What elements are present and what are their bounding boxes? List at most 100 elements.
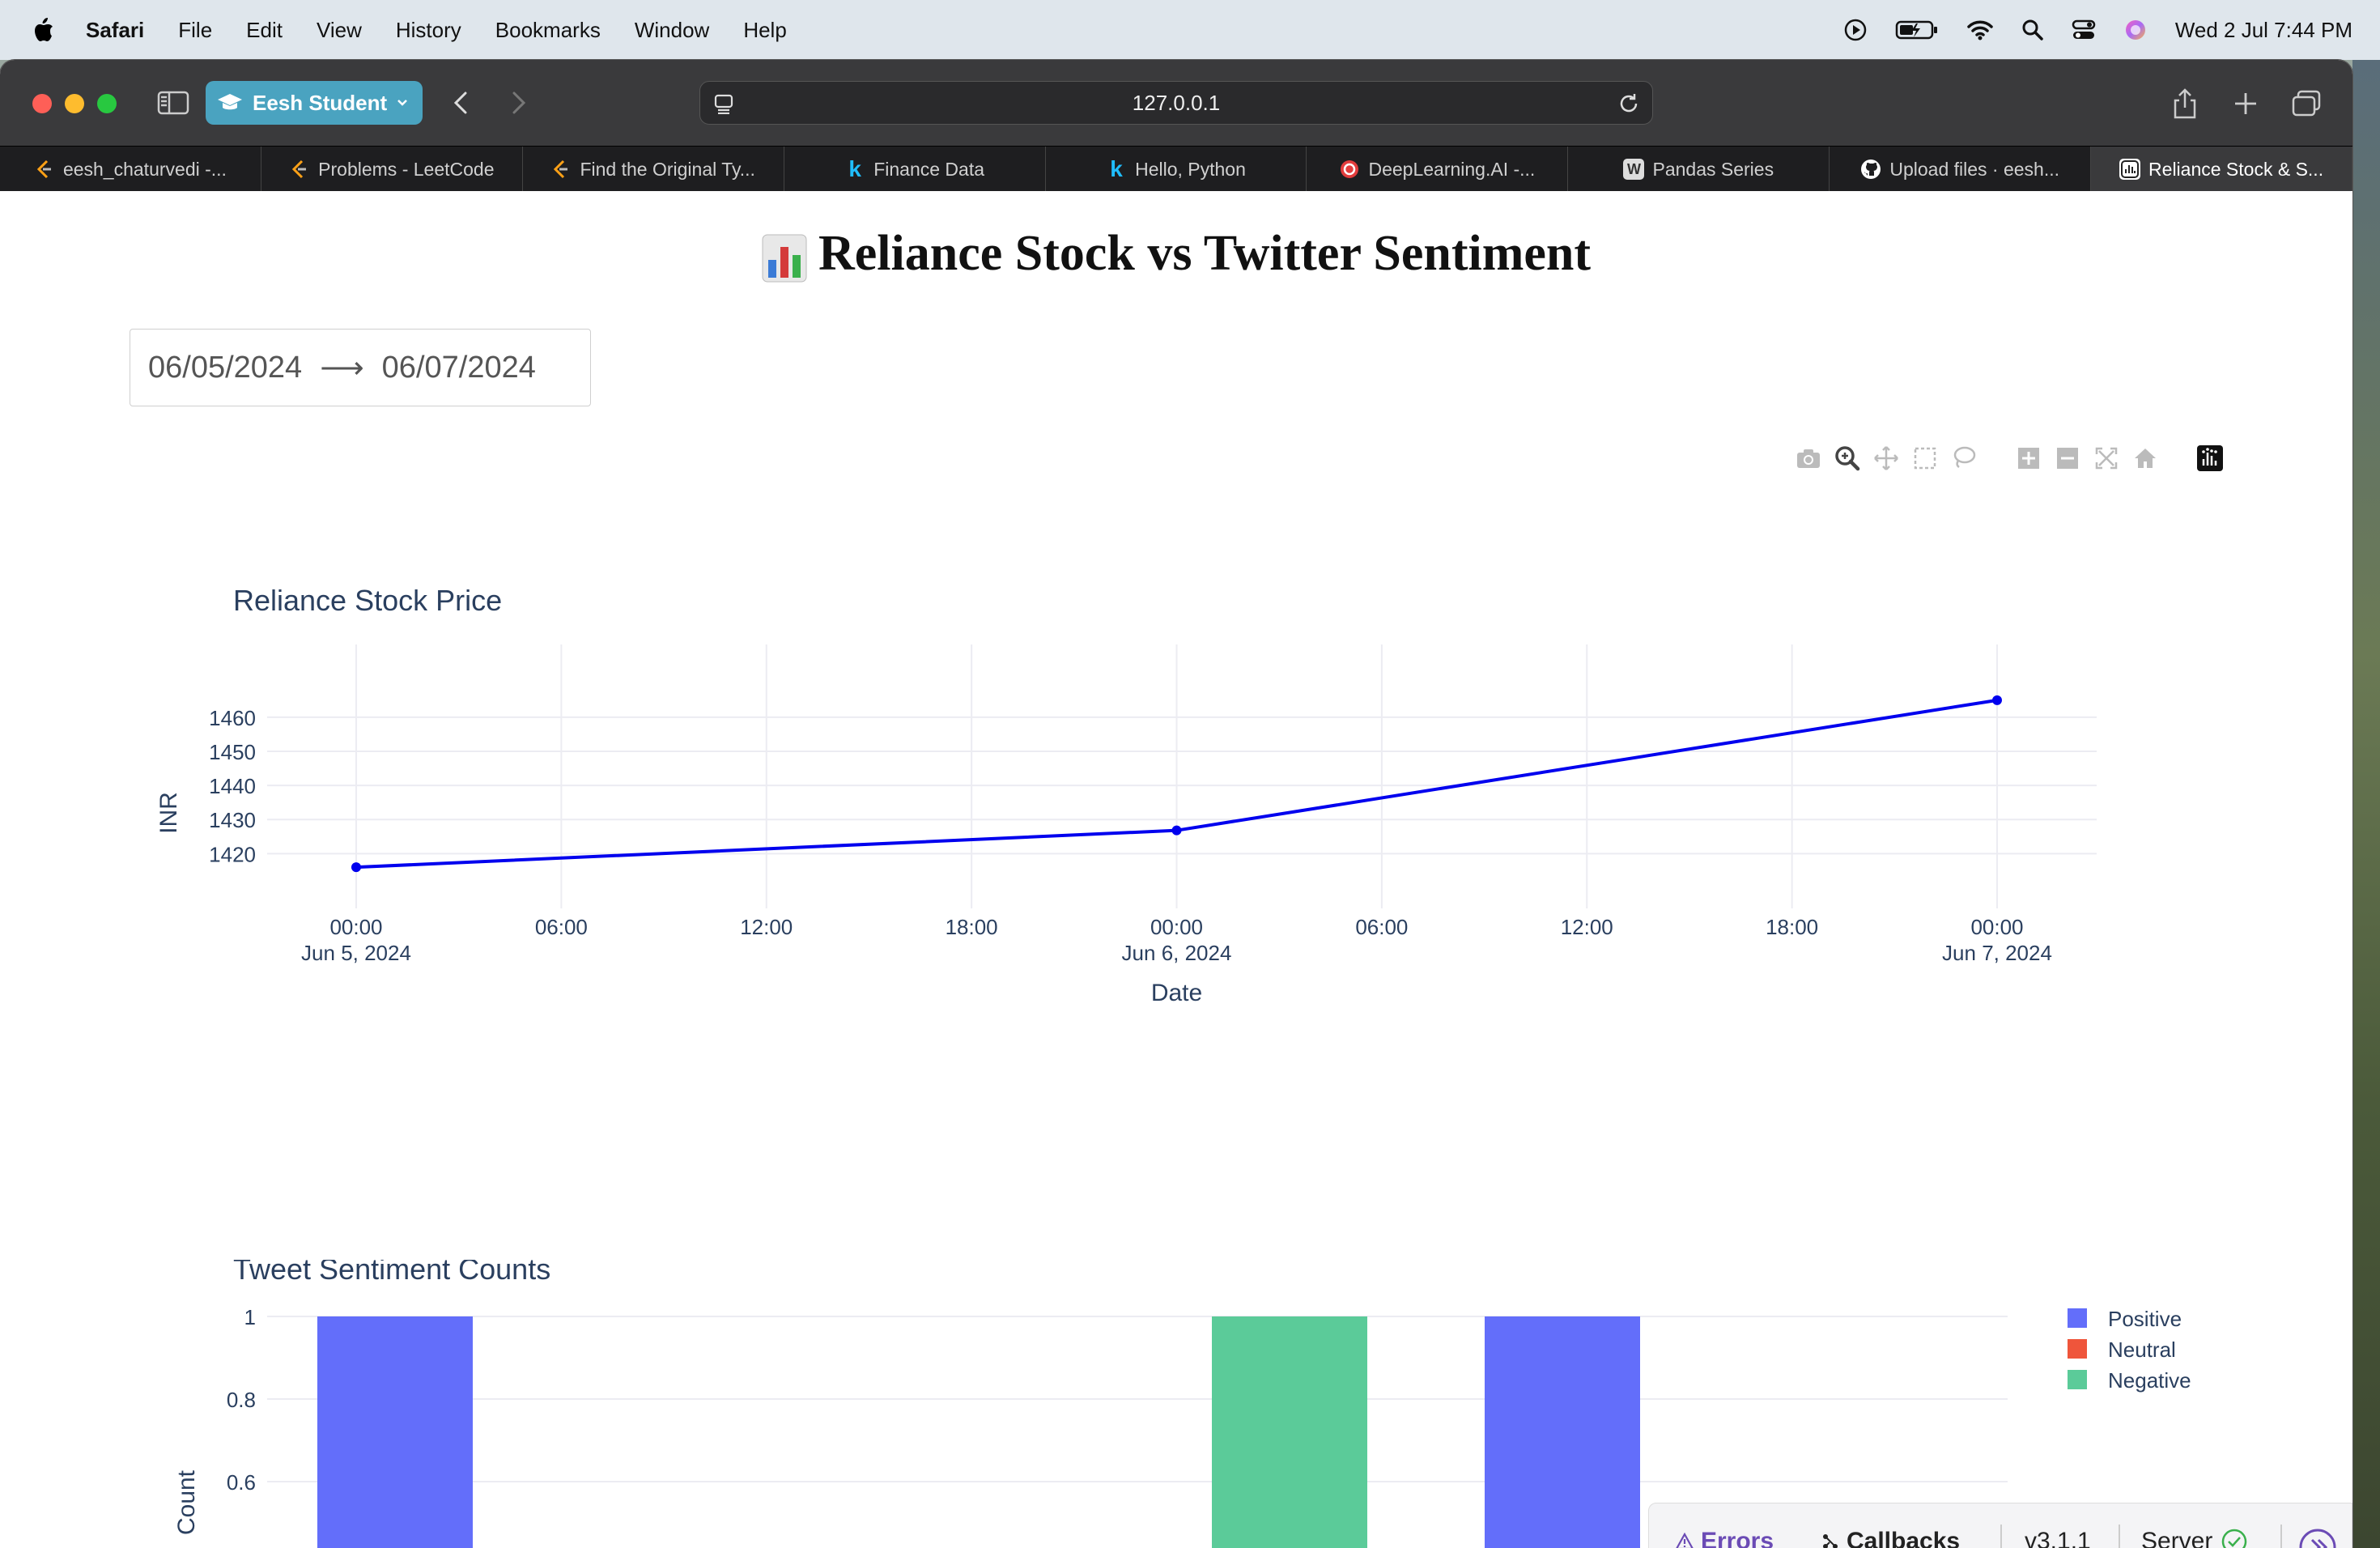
y-axis-label: Count (173, 1469, 200, 1535)
tab-github-upload[interactable]: Upload files · eesh... (1830, 147, 2092, 192)
zoom-icon[interactable] (1833, 444, 1862, 473)
tab-leetcode-profile[interactable]: eesh_chaturvedi -... (0, 147, 261, 192)
errors-tab[interactable]: Errors (1675, 1528, 1774, 1548)
play-icon[interactable] (1843, 18, 1868, 42)
x-tick-time: 06:00 (535, 915, 588, 939)
close-window-button[interactable] (32, 94, 52, 113)
bar-positive (317, 1316, 473, 1548)
share-icon[interactable] (2171, 87, 2199, 120)
stock-price-chart[interactable]: Reliance Stock Price 1420 1430 1440 1450 146… (0, 584, 2352, 1074)
apple-logo-icon[interactable] (31, 16, 55, 44)
zoom-out-minus-icon[interactable] (2053, 444, 2082, 473)
callbacks-graph-icon (1823, 1534, 1838, 1548)
sidebar-toggle-icon[interactable] (157, 91, 189, 115)
x-tick-date: Jun 5, 2024 (301, 941, 411, 965)
zoom-in-plus-icon[interactable] (2014, 444, 2043, 473)
data-point (1171, 825, 1182, 836)
deeplearning-icon (1339, 159, 1360, 180)
chart-gridlines (267, 1316, 2008, 1482)
tab-overview-icon[interactable] (2291, 89, 2322, 118)
data-point (1992, 695, 2002, 705)
y-tick-label: 1450 (209, 740, 256, 764)
tab-pandas-series[interactable]: W Pandas Series (1568, 147, 1830, 192)
x-tick-time: 00:00 (1150, 915, 1203, 939)
menu-help[interactable]: Help (743, 18, 786, 43)
x-tick-time: 00:00 (1970, 915, 2023, 939)
plotly-logo-icon[interactable] (2195, 444, 2225, 473)
collapse-devtools-icon[interactable] (2298, 1528, 2337, 1548)
profile-button[interactable]: Eesh Student (206, 81, 423, 125)
dash-version: v3.1.1 (2025, 1528, 2091, 1548)
menu-history[interactable]: History (396, 18, 461, 43)
tab-hello-python[interactable]: k Hello, Python (1046, 147, 1307, 192)
tab-reliance-stock[interactable]: Reliance Stock & S... (2091, 147, 2352, 192)
date-range-picker[interactable]: 06/05/2024 ⟶ 06/07/2024 (130, 329, 591, 406)
forward-arrow-icon[interactable] (507, 91, 529, 115)
safari-window: Eesh Student 127.0.0.1 eesh_chaturvedi -… (0, 60, 2352, 1548)
menu-view[interactable]: View (317, 18, 362, 43)
tab-title: Find the Original Ty... (580, 158, 755, 180)
chart-icon (2119, 159, 2141, 180)
pan-icon[interactable] (1872, 444, 1901, 473)
check-circle-icon (2222, 1529, 2247, 1548)
zoom-window-button[interactable] (97, 94, 117, 113)
browser-toolbar: Eesh Student 127.0.0.1 (0, 60, 2352, 146)
page-menu-icon[interactable] (713, 93, 734, 114)
leetcode-icon (550, 159, 572, 180)
new-tab-plus-icon[interactable] (2233, 91, 2259, 117)
tab-finance-data[interactable]: k Finance Data (784, 147, 1046, 192)
reload-icon[interactable] (1617, 91, 1641, 116)
tab-title: DeepLearning.AI -... (1368, 158, 1536, 180)
back-arrow-icon[interactable] (450, 91, 473, 115)
y-tick-label: 1460 (209, 706, 256, 730)
end-date-input[interactable]: 06/07/2024 (382, 351, 536, 385)
menu-bookmarks[interactable]: Bookmarks (495, 18, 601, 43)
bar-positive (1485, 1316, 1640, 1548)
legend-label: Positive (2108, 1307, 2182, 1331)
box-select-icon[interactable] (1910, 444, 1940, 473)
x-tick-time: 12:00 (740, 915, 793, 939)
warning-icon (1676, 1533, 1694, 1548)
chart-gridlines (267, 644, 2097, 908)
x-tick-time: 18:00 (1766, 915, 1818, 939)
wifi-icon[interactable] (1966, 19, 1994, 41)
callbacks-tab[interactable]: Callbacks (1821, 1528, 1960, 1548)
chart-title: Tweet Sentiment Counts (233, 1260, 550, 1286)
menu-window[interactable]: Window (635, 18, 709, 43)
control-center-icon[interactable] (2072, 19, 2096, 41)
tab-leetcode-problems[interactable]: Problems - LeetCode (261, 147, 523, 192)
spotlight-search-icon[interactable] (2021, 19, 2044, 41)
y-axis-ticks: 1420 1430 1440 1450 1460 (209, 706, 256, 866)
dash-devtools-bar: Errors Callbacks v3.1.1 Server (1648, 1503, 2352, 1548)
menu-edit[interactable]: Edit (246, 18, 283, 43)
leetcode-icon (34, 159, 55, 180)
legend-swatch (2068, 1339, 2087, 1359)
tab-title: Upload files · eesh... (1889, 158, 2060, 180)
x-axis-ticks: 00:00Jun 5, 202406:00 12:00 18:00 00:00Jun … (301, 915, 2052, 965)
server-status[interactable]: Server (2141, 1528, 2248, 1548)
reset-axes-home-icon[interactable] (2131, 444, 2160, 473)
w-icon: W (1623, 159, 1645, 180)
url-text[interactable]: 127.0.0.1 (1133, 91, 1220, 116)
start-date-input[interactable]: 06/05/2024 (148, 351, 302, 385)
menubar-clock[interactable]: Wed 2 Jul 7:44 PM (2175, 18, 2352, 43)
autoscale-icon[interactable] (2092, 444, 2121, 473)
menu-file[interactable]: File (178, 18, 212, 43)
errors-label: Errors (1701, 1528, 1774, 1548)
github-icon (1860, 159, 1881, 180)
tab-leetcode-find-original[interactable]: Find the Original Ty... (523, 147, 784, 192)
x-tick-time: 12:00 (1561, 915, 1613, 939)
lasso-select-icon[interactable] (1949, 444, 1978, 473)
tab-deeplearning-ai[interactable]: DeepLearning.AI -... (1307, 147, 1569, 192)
chevron-down-icon (397, 100, 408, 106)
divider (2119, 1525, 2120, 1548)
battery-icon[interactable] (1895, 19, 1939, 41)
address-bar[interactable]: 127.0.0.1 (699, 81, 1653, 125)
minimize-window-button[interactable] (65, 94, 84, 113)
y-tick-label: 1440 (209, 774, 256, 798)
data-point (351, 862, 361, 873)
tab-title: Hello, Python (1135, 158, 1246, 180)
siri-icon[interactable] (2123, 18, 2148, 42)
menu-app-name[interactable]: Safari (86, 18, 144, 43)
download-png-camera-icon[interactable] (1794, 444, 1823, 473)
